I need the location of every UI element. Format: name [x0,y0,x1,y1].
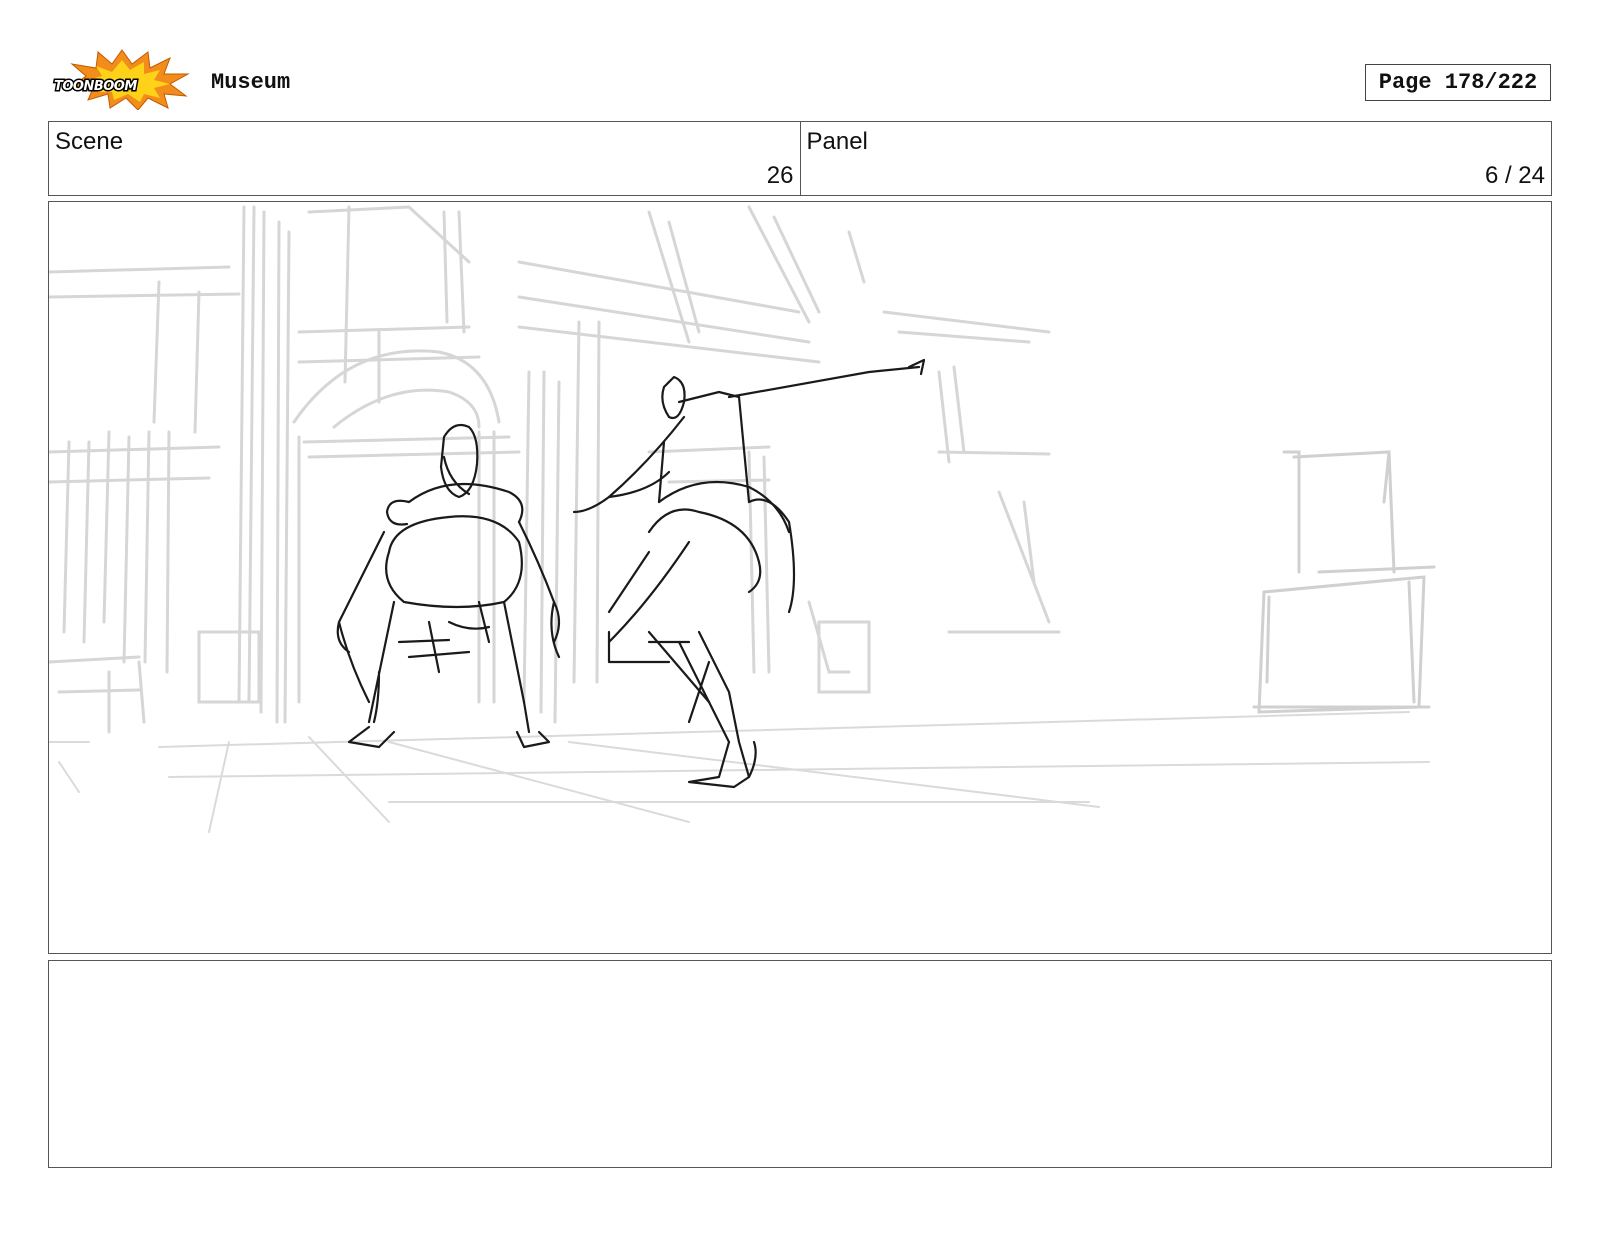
panel-value: 6 / 24 [1484,162,1545,189]
storyboard-panel-image [48,201,1552,954]
page-number: Page 178/222 [1365,64,1551,101]
floor-perspective-lines [49,711,1430,833]
scene-value: 26 [766,162,794,189]
scene-panel-info: Scene 26 Panel 6 / 24 [48,121,1552,196]
background-architecture-sketch [49,205,1061,734]
right-figure-sketch [572,358,926,789]
desk-sketch [1252,450,1436,714]
storyboard-header: TOONBOOM Museum Page 178/222 [0,0,1600,118]
panel-notes-box [48,960,1552,1168]
svg-text:TOONBOOM: TOONBOOM [54,79,137,94]
project-title: Museum [211,70,291,95]
panel-cell: Panel 6 / 24 [799,122,1552,195]
scene-label: Scene [55,128,124,155]
toonboom-logo: TOONBOOM [53,49,190,110]
panel-label: Panel [806,128,868,155]
scene-cell: Scene 26 [49,122,800,195]
sketch-drawing [49,205,1436,833]
